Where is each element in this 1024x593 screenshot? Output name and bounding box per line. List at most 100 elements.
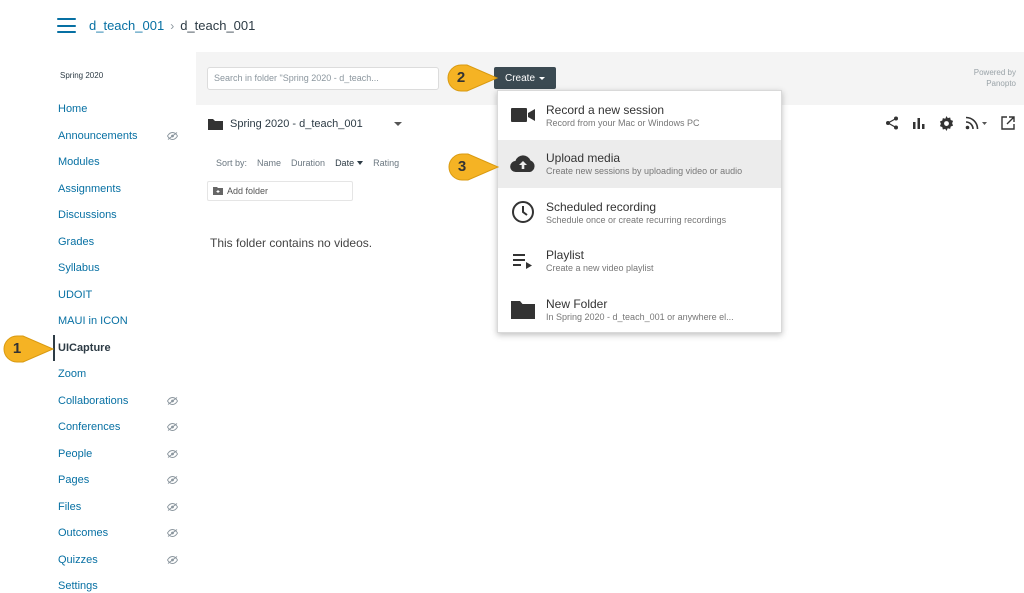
sidebar-item-label: Syllabus bbox=[58, 262, 100, 275]
sidebar-item-outcomes[interactable]: Outcomes bbox=[58, 520, 178, 547]
sidebar-item-home[interactable]: Home bbox=[58, 96, 178, 123]
sort-date[interactable]: Date bbox=[335, 158, 364, 168]
menu-item-new-folder[interactable]: New Folder In Spring 2020 - d_teach_001 … bbox=[498, 285, 781, 334]
course-nav-sidebar: Spring 2020 Home Announcements Modules Assi… bbox=[0, 60, 196, 593]
powered-line-1: Powered by bbox=[973, 68, 1016, 77]
hidden-eye-icon bbox=[167, 396, 178, 405]
hidden-eye-icon bbox=[167, 423, 178, 432]
menu-item-title: Record a new session bbox=[546, 102, 665, 117]
add-folder-icon bbox=[213, 187, 223, 195]
sidebar-item-syllabus[interactable]: Syllabus bbox=[58, 255, 178, 282]
hidden-eye-icon bbox=[167, 555, 178, 564]
breadcrumb-course-link[interactable]: d_teach_001 bbox=[89, 18, 164, 33]
menu-item-title: New Folder bbox=[546, 296, 608, 311]
sidebar-item-people[interactable]: People bbox=[58, 441, 178, 468]
course-nav: Home Announcements Modules Assignments Discu… bbox=[53, 96, 178, 593]
sidebar-item-label: People bbox=[58, 447, 93, 460]
menu-item-title: Playlist bbox=[546, 248, 585, 263]
sidebar-item-label: Files bbox=[58, 500, 82, 513]
folder-icon bbox=[208, 119, 223, 130]
sidebar-item-zoom[interactable]: Zoom bbox=[58, 361, 178, 388]
menu-item-description: In Spring 2020 - d_teach_001 or anywhere… bbox=[546, 311, 734, 322]
sidebar-item-files[interactable]: Files bbox=[58, 494, 178, 521]
stats-icon[interactable] bbox=[911, 115, 927, 131]
folder-dropdown-icon[interactable] bbox=[393, 122, 402, 126]
sort-bar: Sort by: Name Duration Date Rating bbox=[216, 158, 399, 168]
callout-number: 2 bbox=[456, 68, 466, 86]
hamburger-menu-icon[interactable] bbox=[57, 18, 76, 33]
sidebar-item-conferences[interactable]: Conferences bbox=[58, 414, 178, 441]
hidden-eye-icon bbox=[167, 476, 178, 485]
gear-icon[interactable] bbox=[938, 115, 954, 131]
sidebar-item-grades[interactable]: Grades bbox=[58, 229, 178, 256]
video-camera-icon bbox=[510, 102, 536, 128]
callout-number: 1 bbox=[12, 339, 22, 357]
open-in-new-window-icon[interactable] bbox=[1000, 115, 1016, 131]
folder-selector[interactable]: Spring 2020 - d_teach_001 bbox=[208, 118, 402, 130]
sidebar-item-discussions[interactable]: Discussions bbox=[58, 202, 178, 229]
sidebar-item-label: Assignments bbox=[58, 182, 121, 195]
sidebar-item-label: Home bbox=[58, 103, 88, 116]
menu-item-description: Create a new video playlist bbox=[546, 263, 654, 274]
sidebar-item-label: Quizzes bbox=[58, 553, 98, 566]
callout-number: 3 bbox=[457, 157, 467, 175]
breadcrumb: d_teach_001 › d_teach_001 bbox=[89, 18, 255, 33]
menu-item-description: Record from your Mac or Windows PC bbox=[546, 117, 700, 128]
powered-line-2: Panopto bbox=[986, 79, 1016, 88]
breadcrumb-current: d_teach_001 bbox=[180, 18, 256, 33]
callout-marker-2: 2 bbox=[447, 64, 499, 92]
sort-name[interactable]: Name bbox=[257, 158, 281, 168]
sort-rating[interactable]: Rating bbox=[373, 158, 399, 168]
clock-icon bbox=[510, 199, 536, 225]
top-bar: d_teach_001 › d_teach_001 bbox=[0, 0, 1024, 52]
hidden-eye-icon bbox=[167, 449, 178, 458]
caret-down-icon bbox=[539, 76, 545, 80]
sidebar-item-label: UDOIT bbox=[58, 288, 93, 301]
sidebar-item-pages[interactable]: Pages bbox=[58, 467, 178, 494]
rss-icon[interactable] bbox=[965, 115, 989, 131]
menu-item-record-session[interactable]: Record a new session Record from your Ma… bbox=[498, 91, 781, 140]
sidebar-item-label: Conferences bbox=[58, 421, 121, 434]
create-button-label: Create bbox=[504, 72, 535, 84]
search-input[interactable]: Search in folder "Spring 2020 - d_teach.… bbox=[207, 67, 439, 90]
menu-item-upload-media[interactable]: Upload media Create new sessions by uplo… bbox=[498, 139, 781, 188]
powered-by-panopto: Powered by Panopto bbox=[974, 67, 1016, 89]
sidebar-item-assignments[interactable]: Assignments bbox=[58, 176, 178, 203]
sort-caret-icon bbox=[357, 161, 364, 165]
sidebar-item-settings[interactable]: Settings bbox=[58, 573, 178, 593]
menu-item-description: Create new sessions by uploading video o… bbox=[546, 166, 743, 177]
create-button[interactable]: Create bbox=[494, 67, 556, 89]
menu-item-scheduled-recording[interactable]: Scheduled recording Schedule once or cre… bbox=[498, 188, 781, 237]
hidden-eye-icon bbox=[167, 529, 178, 538]
playlist-icon bbox=[510, 248, 536, 274]
empty-folder-message: This folder contains no videos. bbox=[210, 236, 373, 250]
folder-icon bbox=[510, 296, 536, 322]
sidebar-item-label: Zoom bbox=[58, 368, 87, 381]
folder-actions bbox=[884, 115, 1016, 131]
cloud-upload-icon bbox=[510, 151, 536, 177]
create-dropdown-menu: Record a new session Record from your Ma… bbox=[497, 90, 782, 333]
sidebar-item-label: Discussions bbox=[58, 209, 117, 222]
sidebar-item-label: Grades bbox=[58, 235, 95, 248]
sidebar-item-announcements[interactable]: Announcements bbox=[58, 123, 178, 150]
sidebar-item-udoit[interactable]: UDOIT bbox=[58, 282, 178, 309]
sort-label: Sort by: bbox=[216, 158, 248, 168]
sort-duration[interactable]: Duration bbox=[291, 158, 325, 168]
share-icon[interactable] bbox=[884, 115, 900, 131]
callout-marker-1: 1 bbox=[3, 335, 55, 363]
sidebar-item-uicapture[interactable]: UICapture bbox=[53, 334, 178, 361]
add-folder-button[interactable]: Add folder bbox=[207, 181, 353, 201]
menu-item-playlist[interactable]: Playlist Create a new video playlist bbox=[498, 237, 781, 286]
sidebar-item-label: Outcomes bbox=[58, 527, 109, 540]
menu-item-title: Scheduled recording bbox=[546, 199, 657, 214]
callout-marker-3: 3 bbox=[448, 153, 500, 181]
sidebar-item-maui-in-icon[interactable]: MAUI in ICON bbox=[58, 308, 178, 335]
folder-name: Spring 2020 - d_teach_001 bbox=[230, 118, 363, 130]
sidebar-item-quizzes[interactable]: Quizzes bbox=[58, 547, 178, 574]
sort-date-label: Date bbox=[335, 158, 355, 168]
sidebar-item-label: Pages bbox=[58, 474, 90, 487]
sidebar-item-collaborations[interactable]: Collaborations bbox=[58, 388, 178, 415]
add-folder-label: Add folder bbox=[227, 186, 269, 196]
sidebar-item-label: UICapture bbox=[58, 341, 111, 354]
sidebar-item-modules[interactable]: Modules bbox=[58, 149, 178, 176]
